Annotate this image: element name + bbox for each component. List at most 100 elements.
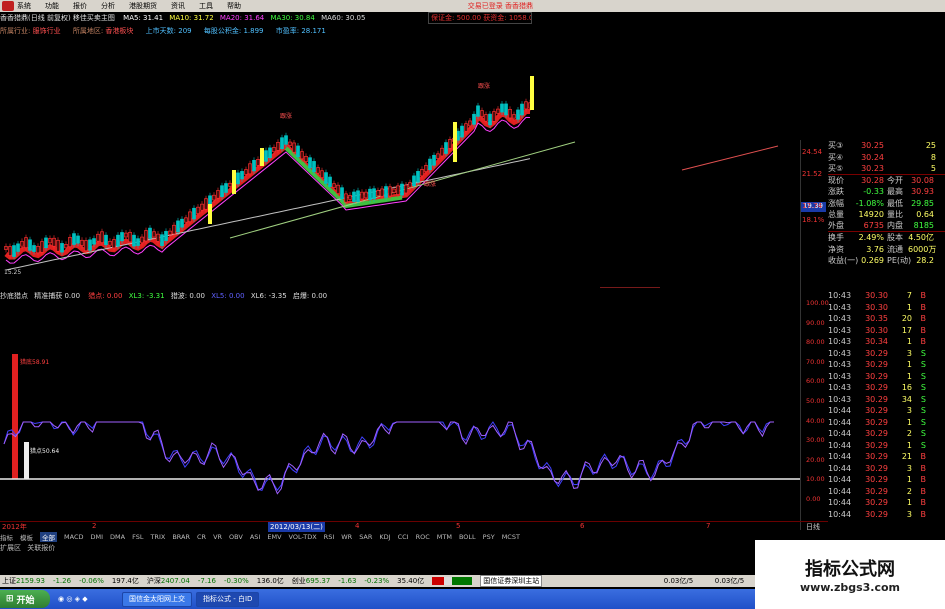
osc-y-axis: 100.00 90.00 80.00 70.00 60.00 50.00 40.… (806, 294, 829, 510)
menu-news[interactable]: 资讯 (171, 1, 185, 11)
indicator-tab[interactable]: 模板 (20, 532, 33, 542)
hs-index-value: 2407.04 (160, 577, 190, 585)
tick-price: 30.30 (865, 325, 888, 335)
tab-extension[interactable]: 扩展区 (0, 544, 21, 552)
tick-volume: 1 (906, 475, 912, 485)
main-y-tick-1: 24.54 (802, 148, 823, 156)
indicator-tab[interactable]: RSI (324, 533, 335, 541)
stat-label: 今开 (887, 175, 903, 185)
tick-row: 10:43 30.30 17 B (828, 325, 945, 337)
hs-index-label[interactable]: 沪深 (147, 576, 161, 586)
tab-related-quote[interactable]: 关联报价 (27, 544, 55, 552)
quick-launch-icons[interactable]: ◉ ◎ ◈ ◆ (58, 595, 118, 603)
main-y-tick-3: 17.74 (802, 202, 823, 210)
stat-label: PE(动) (887, 256, 912, 266)
stock-title: 香香猎鼎(日线 前复权) 移佳买卖主图 (0, 14, 115, 22)
indicator-tab[interactable]: MTM (437, 533, 452, 541)
start-button[interactable]: ⊞ 开始 (0, 590, 50, 608)
stat-value: 28.2 (916, 256, 934, 266)
menu-system[interactable]: 系统 (17, 1, 31, 11)
indicator-tab[interactable]: PSY (483, 533, 495, 541)
indicator-tab[interactable]: ROC (416, 533, 430, 541)
tick-time: 10:44 (828, 509, 852, 519)
trade-login-note[interactable]: 交易已登录 香香猎鼎 (468, 1, 533, 11)
menu-function[interactable]: 功能 (45, 1, 59, 11)
indicator-tab[interactable]: ASI (250, 533, 261, 541)
menu-hk-futures[interactable]: 港股期货 (129, 1, 157, 11)
tick-volume: 21 (901, 452, 912, 462)
indicator-tab[interactable]: OBV (229, 533, 243, 541)
tick-volume: 16 (901, 383, 912, 393)
candles-group (4, 76, 534, 260)
osc-v3: 0.00 (189, 292, 205, 300)
indicator-tab[interactable]: DMA (110, 533, 125, 541)
point-signal-label: 猎点50.64 (30, 447, 59, 455)
indicator-tab[interactable]: MACD (64, 533, 83, 541)
quote-panel: 买③ 30.25 25 买④ 30.24 8 买⑤ 30.23 5 现价 30.28 今开 30.… (828, 140, 945, 290)
pe-value: 28.171 (301, 27, 326, 35)
indicator-tab[interactable]: EMV (267, 533, 281, 541)
task-trading-window[interactable]: 国信金太阳网上交 (122, 591, 192, 607)
cy-index-label[interactable]: 创业 (292, 576, 306, 586)
period-label[interactable]: 日线 (806, 522, 820, 532)
ma10-label: MA10: 31.72 (169, 14, 214, 22)
indicator-tab[interactable]: KDJ (379, 533, 390, 541)
tick-direction: S (920, 440, 926, 450)
oscillator-chart[interactable]: 猎底58.91 猎点50.64 (0, 302, 800, 517)
tick-price: 30.29 (865, 371, 888, 381)
indicator-tab[interactable]: MCST (502, 533, 520, 541)
indicator-tab[interactable]: SAR (359, 533, 372, 541)
indicator-tab[interactable]: WR (341, 533, 352, 541)
indicator-tab[interactable]: DMI (90, 533, 103, 541)
indicator-tab[interactable]: BOLL (459, 533, 476, 541)
indicator-tab[interactable]: TRIX (150, 533, 165, 541)
menu-analysis[interactable]: 分析 (101, 1, 115, 11)
date-label: 2012年 (2, 523, 27, 531)
menu-help[interactable]: 帮助 (227, 1, 241, 11)
stat-value: 29.85 (911, 198, 934, 208)
menu-quote[interactable]: 报价 (73, 1, 87, 11)
task-formula-window[interactable]: 指标公式 - 白ID (196, 591, 260, 607)
hs-index-amount: 136.0亿 (256, 577, 284, 585)
broker-server[interactable]: 国信证券深圳主站 (480, 575, 543, 587)
low-price-label: 15.25 (4, 269, 21, 276)
tick-price: 30.29 (865, 452, 888, 462)
indicator-tab[interactable]: BRAR (172, 533, 190, 541)
tick-direction: S (920, 406, 926, 416)
tick-volume: 1 (906, 417, 912, 427)
tick-time: 10:43 (828, 348, 852, 358)
indicator-tab[interactable]: 全部 (40, 532, 57, 542)
indicator-tab[interactable]: VR (213, 533, 222, 541)
bid5-row: 买⑤ 30.23 5 (828, 163, 945, 175)
stat-value: 8185 (913, 221, 934, 231)
candlestick-chart[interactable]: 15.25 跟涨 跟涨 跟涨 24.54 21.52 17.74 18.1% (0, 38, 800, 288)
tick-row: 10:43 30.29 34 S (828, 394, 945, 406)
start-label: 开始 (16, 595, 35, 606)
tick-direction: B (920, 486, 927, 496)
tick-time: 10:43 (828, 291, 852, 301)
indicator-tab[interactable]: 指标 (0, 532, 13, 542)
app-logo-icon (2, 1, 14, 11)
osc-v2-label: XL3: (128, 292, 145, 300)
tick-row: 10:43 30.29 1 S (828, 359, 945, 371)
tick-volume: 3 (906, 509, 912, 519)
tick-direction: B (920, 314, 927, 324)
indicator-tab[interactable]: CCI (398, 533, 409, 541)
indicator-tab[interactable]: VOL-TDX (289, 533, 317, 541)
tick-time: 10:44 (828, 417, 852, 427)
tick-price: 30.30 (865, 291, 888, 301)
task-label: 国信金太阳网上交 (129, 595, 185, 603)
indicator-tab[interactable]: FSL (132, 533, 143, 541)
osc-y-20: 20.00 (806, 455, 825, 464)
cy-index-value: 695.37 (305, 577, 331, 585)
menu-tools[interactable]: 工具 (199, 1, 213, 11)
osc-params: 精准捕获 0.00 (34, 292, 81, 300)
tick-list[interactable]: 10:43 30.30 7 B 10:43 30.30 1 B 10:43 30.35 20 B 10:… (828, 290, 945, 528)
tick-direction: B (920, 509, 927, 519)
tick-time: 10:44 (828, 498, 852, 508)
cy-index-change: -1.63 (338, 577, 357, 585)
indicator-tab[interactable]: CR (197, 533, 206, 541)
stat-row: 净资 3.76 流通 6000万 (828, 244, 945, 256)
tick-direction: B (920, 463, 927, 473)
sh-index-label[interactable]: 上证 (0, 576, 16, 586)
